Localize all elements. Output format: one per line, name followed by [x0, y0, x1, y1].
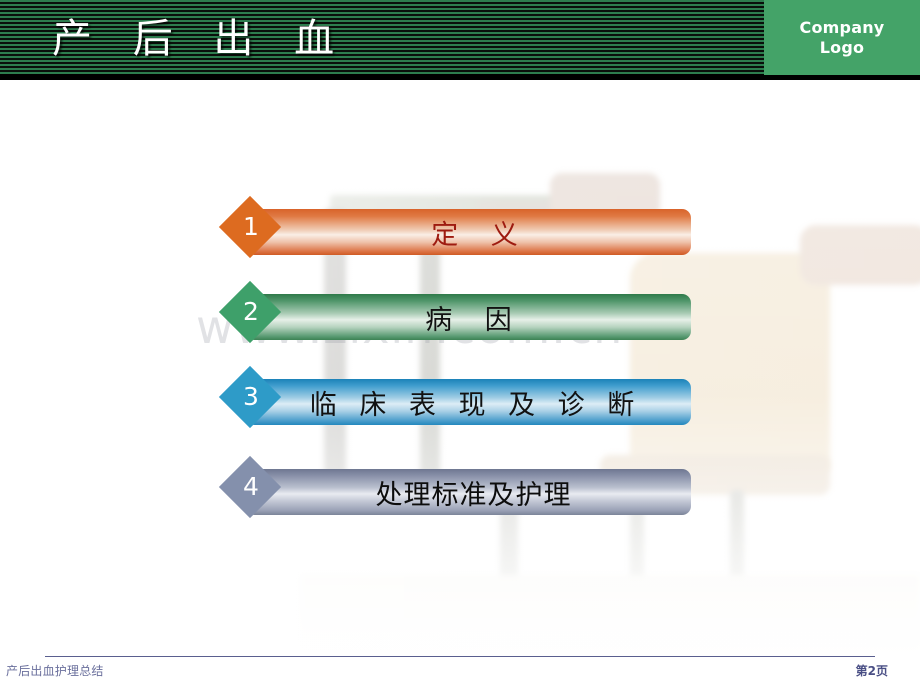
agenda-label-2: 病 因	[425, 304, 524, 336]
company-logo[interactable]: Company Logo	[764, 0, 920, 75]
company-logo-line2: Logo	[819, 37, 865, 57]
footer-title: 产后出血护理总结	[6, 664, 104, 678]
agenda-list: 定 义 1 病 因 2 临 床 表 现 及 诊 断 3 处理标准及护理 4	[0, 0, 920, 690]
agenda-label-1: 定 义	[431, 219, 530, 251]
company-logo-line1: Company	[799, 17, 885, 37]
agenda-item-3[interactable]: 临 床 表 现 及 诊 断 3	[218, 365, 691, 429]
agenda-item-1[interactable]: 定 义 1	[218, 195, 691, 259]
agenda-label-3: 临 床 表 现 及 诊 断	[309, 389, 642, 421]
footer: 产后出血护理总结 第2页	[0, 648, 920, 690]
slide-canvas: www.zixin.com.cn 定 义 1 病 因 2 临 床 表 现 及 诊…	[0, 0, 920, 690]
page-title: 产 后 出 血	[52, 16, 349, 62]
footer-divider	[45, 656, 875, 657]
agenda-label-4: 处理标准及护理	[375, 479, 572, 511]
agenda-item-2[interactable]: 病 因 2	[218, 280, 691, 344]
agenda-item-4[interactable]: 处理标准及护理 4	[218, 455, 691, 519]
page-number: 第2页	[855, 664, 888, 678]
